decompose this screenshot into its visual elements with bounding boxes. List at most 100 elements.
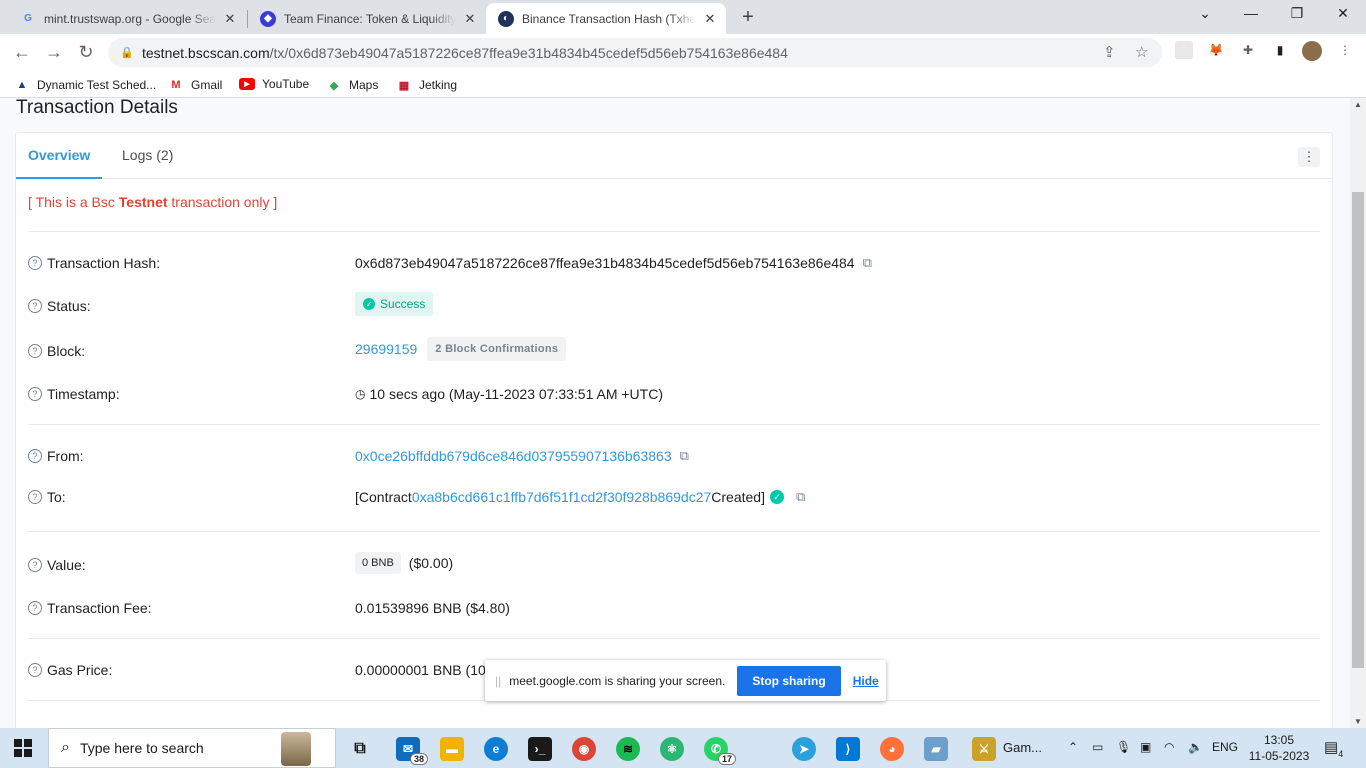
atom-icon[interactable]: ⚛ (660, 737, 684, 761)
language-indicator[interactable]: ENG (1212, 740, 1238, 754)
profile-avatar[interactable] (1302, 41, 1322, 61)
tab-overview[interactable]: Overview (15, 147, 103, 179)
bookmark-star-icon[interactable]: ☆ (1135, 43, 1148, 61)
help-icon[interactable]: ? (28, 558, 42, 572)
extension-blank-icon[interactable] (1175, 41, 1193, 59)
field-timestamp-label: ? Timestamp: (28, 386, 120, 402)
taskbar-clock[interactable]: 13:05 11-05-2023 (1248, 732, 1310, 764)
browser-tab-strip: G mint.trustswap.org - Google Search ✕ ◆… (0, 0, 1366, 34)
forward-icon[interactable]: → (43, 42, 65, 63)
scroll-down-icon[interactable]: ▼ (1354, 717, 1362, 726)
help-icon[interactable]: ? (28, 256, 42, 270)
taskbar-search[interactable]: ⌕ Type here to search (48, 728, 336, 768)
app-icon[interactable]: ▰ (924, 737, 948, 761)
copy-icon[interactable]: ⧉ (863, 255, 872, 271)
copy-icon[interactable]: ⧉ (680, 448, 689, 464)
close-tab-icon[interactable]: ✕ (702, 11, 718, 27)
restore-icon[interactable]: ❐ (1282, 5, 1312, 22)
scroll-up-icon[interactable]: ▲ (1354, 100, 1362, 109)
card-tabs: Overview Logs (2) ⋮ (15, 133, 1332, 179)
display-icon[interactable]: ▣ (1140, 740, 1151, 754)
field-timestamp-value: ◷ 10 secs ago (May-11-2023 07:33:51 AM +U… (355, 386, 663, 402)
metamask-icon[interactable]: 🦊 (1207, 41, 1225, 59)
jetking-icon: ▦ (398, 79, 410, 92)
help-icon[interactable]: ? (28, 344, 42, 358)
maps-icon: ◆ (329, 79, 339, 92)
reload-icon[interactable]: ↻ (75, 42, 97, 63)
stop-sharing-button[interactable]: Stop sharing (737, 665, 841, 696)
browser-tab-team-finance[interactable]: ◆ Team Finance: Token & Liquidity Locks … (248, 3, 486, 34)
firefox-icon[interactable]: ◕ (880, 737, 904, 761)
side-panel-icon[interactable]: ▮ (1271, 41, 1289, 59)
show-hidden-icons[interactable]: ⌃ (1068, 740, 1078, 754)
notifications-icon[interactable]: ▤4 (1324, 738, 1343, 759)
field-from-label: ? From: (28, 448, 84, 464)
field-hash-value: 0x6d873eb49047a5187226ce87ffea9e31b4834b… (355, 255, 872, 271)
youtube-icon: ▶ (239, 78, 255, 90)
spotify-icon[interactable]: ≋ (616, 737, 640, 761)
battery-icon[interactable]: ▭ (1092, 740, 1103, 754)
terminal-icon[interactable]: ›_ (528, 737, 552, 761)
close-tab-icon[interactable]: ✕ (462, 11, 478, 27)
vscode-icon[interactable]: ⟩ (836, 737, 860, 761)
menu-kebab-icon[interactable]: ⋮ (1336, 41, 1354, 59)
game-task-label[interactable]: Gam... (1003, 740, 1042, 755)
testnet-notice: [ This is a Bsc Testnet transaction only… (28, 194, 278, 210)
field-to-label: ? To: (28, 489, 66, 505)
bookmark-youtube[interactable]: ▶ YouTube (239, 77, 309, 91)
chrome-icon[interactable]: ◉ (572, 737, 596, 761)
gmail-icon: M (171, 79, 181, 91)
help-icon[interactable]: ? (28, 449, 42, 463)
tab-search-icon[interactable]: ⌄ (1190, 5, 1220, 22)
mail-icon[interactable]: ✉ 38 (396, 737, 428, 765)
field-value-value: 0 BNB ($0.00) (355, 552, 453, 574)
extensions-puzzle-icon[interactable]: ✚ (1239, 41, 1257, 59)
scroll-thumb[interactable] (1352, 192, 1364, 668)
bookmark-jetking[interactable]: ▦ Jetking (396, 77, 457, 93)
field-fee-value: 0.01539896 BNB ($4.80) (355, 600, 510, 616)
telegram-icon[interactable]: ➤ (792, 737, 816, 761)
edge-icon[interactable]: e (484, 737, 508, 761)
hide-link[interactable]: Hide (853, 674, 879, 688)
share-icon[interactable]: ⇪ (1103, 43, 1116, 61)
help-icon[interactable]: ? (28, 663, 42, 677)
close-window-icon[interactable]: ✕ (1328, 5, 1358, 22)
page-scrollbar[interactable]: ▲ ▼ (1350, 98, 1366, 728)
game-icon[interactable]: ⚔ (972, 737, 996, 761)
drag-handle-icon[interactable]: || (495, 674, 501, 688)
browser-tab-bscscan[interactable]: ◐ Binance Transaction Hash (Txhash) Deta… (486, 3, 726, 34)
help-icon[interactable]: ? (28, 299, 42, 313)
contract-address-link[interactable]: 0xa8b6cd661c1ffb7d6f51f1cd2f30f928b869dc… (412, 489, 711, 505)
wifi-icon[interactable]: ◠ (1164, 740, 1174, 754)
block-link[interactable]: 29699159 (355, 341, 417, 357)
bookmarks-bar: ▲ Dynamic Test Sched... M Gmail ▶ YouTub… (0, 71, 1366, 98)
check-circle-icon: ✓ (363, 298, 375, 310)
whatsapp-icon[interactable]: ✆ 17 (704, 737, 736, 765)
file-explorer-icon[interactable]: ▬ (440, 737, 464, 761)
triangle-icon: ▲ (16, 79, 28, 91)
bookmark-maps[interactable]: ◆ Maps (326, 77, 379, 93)
microphone-icon[interactable]: 🎙 (1116, 740, 1131, 754)
copy-icon[interactable]: ⧉ (796, 489, 805, 505)
volume-icon[interactable]: 🔈 (1188, 740, 1203, 754)
field-gas-label: ? Gas Price: (28, 662, 112, 678)
task-view-icon[interactable]: ⧉ (348, 737, 372, 761)
screen-share-bar: || meet.google.com is sharing your scree… (485, 660, 886, 701)
address-bar[interactable]: 🔒 testnet.bscscan.com/tx/0x6d873eb49047a… (108, 38, 1162, 67)
help-icon[interactable]: ? (28, 601, 42, 615)
back-icon[interactable]: ← (11, 42, 33, 63)
close-tab-icon[interactable]: ✕ (222, 11, 238, 27)
bookmark-gmail[interactable]: M Gmail (168, 77, 222, 93)
field-value-label: ? Value: (28, 557, 86, 573)
tab-logs[interactable]: Logs (2) (122, 147, 173, 163)
more-options-icon[interactable]: ⋮ (1298, 147, 1320, 167)
browser-tab-google[interactable]: G mint.trustswap.org - Google Search ✕ (8, 3, 246, 34)
help-icon[interactable]: ? (28, 387, 42, 401)
block-confirmations-badge: 2 Block Confirmations (427, 337, 567, 361)
from-address-link[interactable]: 0x0ce26bffddb679d6ce846d037955907136b638… (355, 448, 672, 464)
minimize-icon[interactable]: — (1236, 5, 1266, 21)
new-tab-icon[interactable]: + (738, 6, 758, 29)
bookmark-dynamic-test[interactable]: ▲ Dynamic Test Sched... (14, 77, 157, 93)
windows-start-icon[interactable] (14, 739, 32, 757)
help-icon[interactable]: ? (28, 490, 42, 504)
